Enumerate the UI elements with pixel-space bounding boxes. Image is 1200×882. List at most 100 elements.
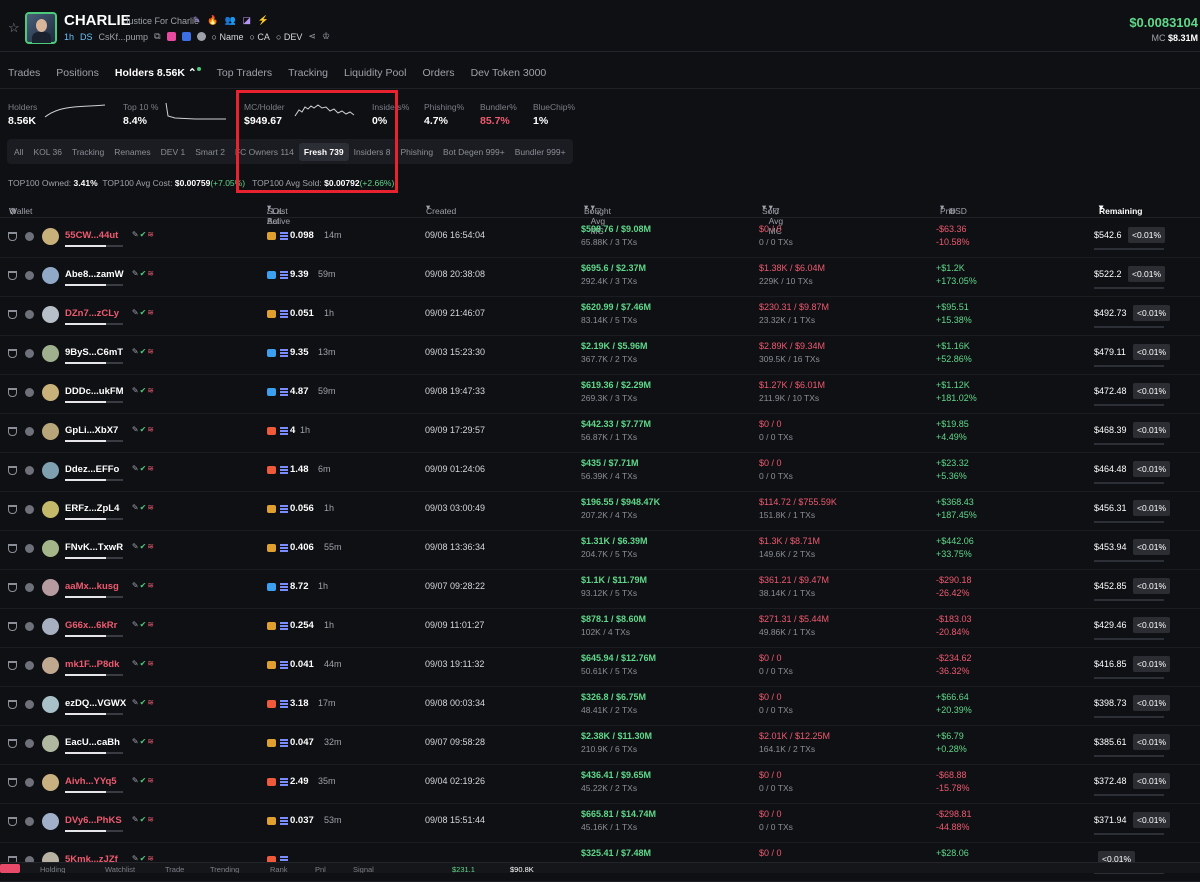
wallet-address[interactable]: Abe8...zamW	[65, 269, 124, 280]
tag-icon[interactable]	[25, 427, 34, 436]
wallet-address[interactable]: mk1F...P8dk	[65, 659, 119, 670]
table-row[interactable]: 9ByS...C6mT ✎✔≋ 9.35 13m 09/03 15:23:30 …	[0, 336, 1200, 375]
edit-icon[interactable]: ✎	[193, 15, 203, 25]
name-search[interactable]: ○ Name	[212, 32, 244, 42]
notification-badge[interactable]	[0, 864, 20, 873]
tag-icon[interactable]	[25, 505, 34, 514]
wallet-address[interactable]: 55CW...44ut	[65, 230, 118, 241]
filter-icon[interactable]	[8, 700, 17, 709]
footer-holding[interactable]: Holding	[40, 865, 65, 873]
tab-holders[interactable]: Holders 8.56K ⌃	[107, 58, 209, 88]
filter-icon[interactable]	[8, 583, 17, 592]
footer-trade[interactable]: Trade	[165, 865, 184, 873]
currency-toggle-icon[interactable]: ⊜	[949, 206, 956, 217]
wallet-address[interactable]: Aivh...YYq5	[65, 776, 117, 787]
globe-icon[interactable]	[196, 32, 206, 41]
table-row[interactable]: mk1F...P8dk ✎✔≋ 0.041 44m 09/03 19:11:32…	[0, 648, 1200, 687]
filter-icon[interactable]: ▽	[773, 206, 780, 217]
filter-icon[interactable]	[8, 427, 17, 436]
edit-icon[interactable]: ✎	[132, 542, 140, 551]
table-row[interactable]: EacU...caBh ✎✔≋ 0.047 32m 09/07 09:58:28…	[0, 726, 1200, 765]
table-row[interactable]: 55CW...44ut ✎✔≋ 0.098 14m 09/06 16:54:04…	[0, 219, 1200, 258]
ds-link[interactable]: DS	[80, 32, 93, 42]
filter-icon[interactable]	[8, 271, 17, 280]
edit-icon[interactable]: ✎	[132, 503, 140, 512]
footer-trending[interactable]: Trending	[210, 865, 239, 873]
wallet-address[interactable]: GpLi...XbX7	[65, 425, 118, 436]
edit-icon[interactable]: ✎	[132, 386, 140, 395]
filter-phishing[interactable]: Phishing	[395, 143, 438, 161]
copy-icon[interactable]: ⧉	[154, 31, 160, 42]
edit-icon[interactable]: ✎	[132, 737, 140, 746]
table-row[interactable]: G66x...6kRr ✎✔≋ 0.254 1h 09/09 11:01:27 …	[0, 609, 1200, 648]
table-row[interactable]: aaMx...kusg ✎✔≋ 8.72 1h 09/07 09:28:22 $…	[0, 570, 1200, 609]
wallet-address[interactable]: 9ByS...C6mT	[65, 347, 123, 358]
column-bought[interactable]: Bought ▾ / Avg MC ▾ ▽	[584, 202, 611, 236]
column-sold[interactable]: Sold ▾ / Avg MC ▾ ▽	[762, 202, 783, 236]
edit-icon[interactable]: ✎	[132, 581, 140, 590]
tag-icon[interactable]	[25, 544, 34, 553]
filter-icon[interactable]	[8, 505, 17, 514]
wallet-address[interactable]: DZn7...zCLy	[65, 308, 119, 319]
edit-icon[interactable]: ✎	[132, 464, 140, 473]
tag-icon[interactable]	[25, 778, 34, 787]
share-icon[interactable]: ⋖	[308, 31, 316, 42]
tag-icon[interactable]	[25, 232, 34, 241]
wallet-address[interactable]: G66x...6kRr	[65, 620, 117, 631]
tab-top-traders[interactable]: Top Traders	[209, 58, 280, 88]
tag-icon[interactable]	[25, 739, 34, 748]
filter-icon[interactable]	[8, 817, 17, 826]
column-created[interactable]: Created ▾	[426, 202, 456, 216]
tab-trades[interactable]: Trades	[0, 58, 48, 88]
filter-icon[interactable]	[8, 310, 17, 319]
tag-icon[interactable]	[25, 583, 34, 592]
footer-pnl[interactable]: Pnl	[315, 865, 326, 873]
star-icon[interactable]: ☆	[8, 20, 20, 36]
table-row[interactable]: DDDc...ukFM ✎✔≋ 4.87 59m 09/08 19:47:33 …	[0, 375, 1200, 414]
wallet-address[interactable]: Ddez...EFFo	[65, 464, 119, 475]
filter-icon[interactable]	[8, 778, 17, 787]
tag-icon[interactable]	[25, 622, 34, 631]
filter-all[interactable]: All	[9, 143, 28, 161]
wallet-address[interactable]: DDDc...ukFM	[65, 386, 124, 397]
column-pnl[interactable]: Pnl ▾ USD ⊜	[940, 202, 967, 216]
edit-icon[interactable]: ✎	[132, 269, 140, 278]
wallet-address[interactable]: FNvK...TxwR	[65, 542, 123, 553]
table-row[interactable]: FNvK...TxwR ✎✔≋ 0.406 55m 09/08 13:36:34…	[0, 531, 1200, 570]
edit-icon[interactable]: ✎	[132, 230, 140, 239]
tag-icon[interactable]	[25, 700, 34, 709]
tab-liquidity-pool[interactable]: Liquidity Pool	[336, 58, 414, 88]
filter-icon[interactable]	[8, 661, 17, 670]
dex-icon[interactable]	[181, 32, 191, 41]
filter-kol[interactable]: KOL 36	[28, 143, 67, 161]
footer-watchlist[interactable]: Watchlist	[105, 865, 135, 873]
tab-tracking[interactable]: Tracking	[280, 58, 336, 88]
filter-renames[interactable]: Renames	[109, 143, 155, 161]
tab-orders[interactable]: Orders	[414, 58, 462, 88]
wallet-address[interactable]: ERFz...ZpL4	[65, 503, 119, 514]
filter-bundler[interactable]: Bundler 999+	[510, 143, 571, 161]
tag-icon[interactable]	[25, 271, 34, 280]
edit-icon[interactable]: ✎	[132, 776, 140, 785]
footer-signal[interactable]: Signal	[353, 865, 374, 873]
column-remaining[interactable]: Remaining ▾	[1099, 202, 1142, 216]
filter-icon[interactable]	[8, 466, 17, 475]
filter-dev[interactable]: DEV 1	[156, 143, 191, 161]
tag-icon[interactable]	[25, 466, 34, 475]
filter-icon[interactable]	[8, 349, 17, 358]
table-row[interactable]: ezDQ...VGWX ✎✔≋ 3.18 17m 09/08 00:03:34 …	[0, 687, 1200, 726]
ca-search[interactable]: ○ CA	[249, 32, 269, 42]
table-row[interactable]: GpLi...XbX7 ✎✔≋ 4 1h 09/09 17:29:57 $442…	[0, 414, 1200, 453]
filter-icon[interactable]	[8, 388, 17, 397]
filter-icon[interactable]	[8, 544, 17, 553]
wallet-address[interactable]: aaMx...kusg	[65, 581, 119, 592]
edit-icon[interactable]: ✎	[132, 347, 140, 356]
column-sol[interactable]: SOL Bal / Last Active ▾	[267, 202, 290, 226]
table-row[interactable]: Ddez...EFFo ✎✔≋ 1.48 6m 09/09 01:24:06 $…	[0, 453, 1200, 492]
tab-dev-token[interactable]: Dev Token 3000	[463, 58, 555, 88]
edit-icon[interactable]: ✎	[132, 620, 140, 629]
crown-icon[interactable]: ♔	[322, 31, 330, 42]
table-row[interactable]: DZn7...zCLy ✎✔≋ 0.051 1h 09/09 21:46:07 …	[0, 297, 1200, 336]
edit-icon[interactable]: ✎	[132, 425, 140, 434]
filter-icon[interactable]	[8, 739, 17, 748]
